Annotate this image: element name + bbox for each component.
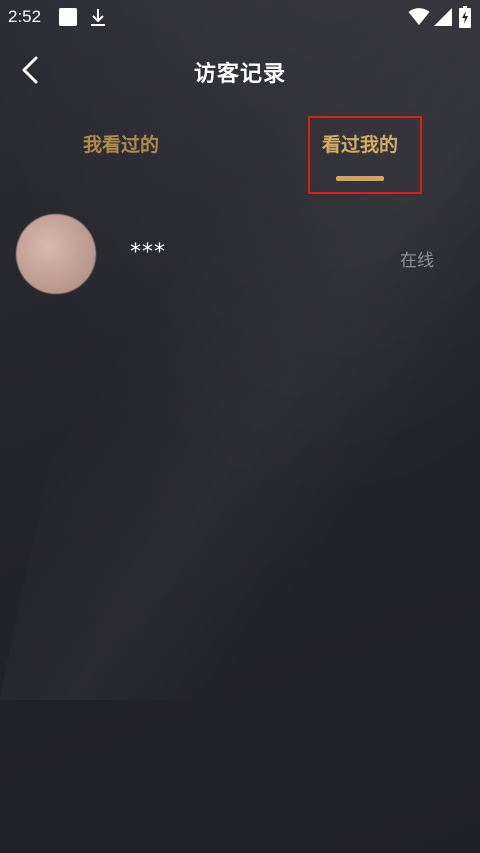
cell-signal-icon xyxy=(434,8,452,26)
online-status: 在线 xyxy=(400,251,434,271)
battery-charging-icon xyxy=(459,6,471,28)
visitor-list-item[interactable]: *** 在线 xyxy=(0,212,480,298)
tab-highlight-box xyxy=(308,116,422,194)
status-bar: 2:52 xyxy=(0,0,480,36)
download-icon xyxy=(91,9,105,26)
avatar[interactable] xyxy=(16,214,96,294)
visitor-name: *** xyxy=(130,240,166,265)
page-title: 访客记录 xyxy=(193,62,286,87)
status-time: 2:52 xyxy=(8,7,42,26)
wifi-icon xyxy=(408,8,430,25)
tab-i-visited[interactable]: 我看过的 xyxy=(78,130,164,157)
notification-square-icon xyxy=(59,8,77,26)
